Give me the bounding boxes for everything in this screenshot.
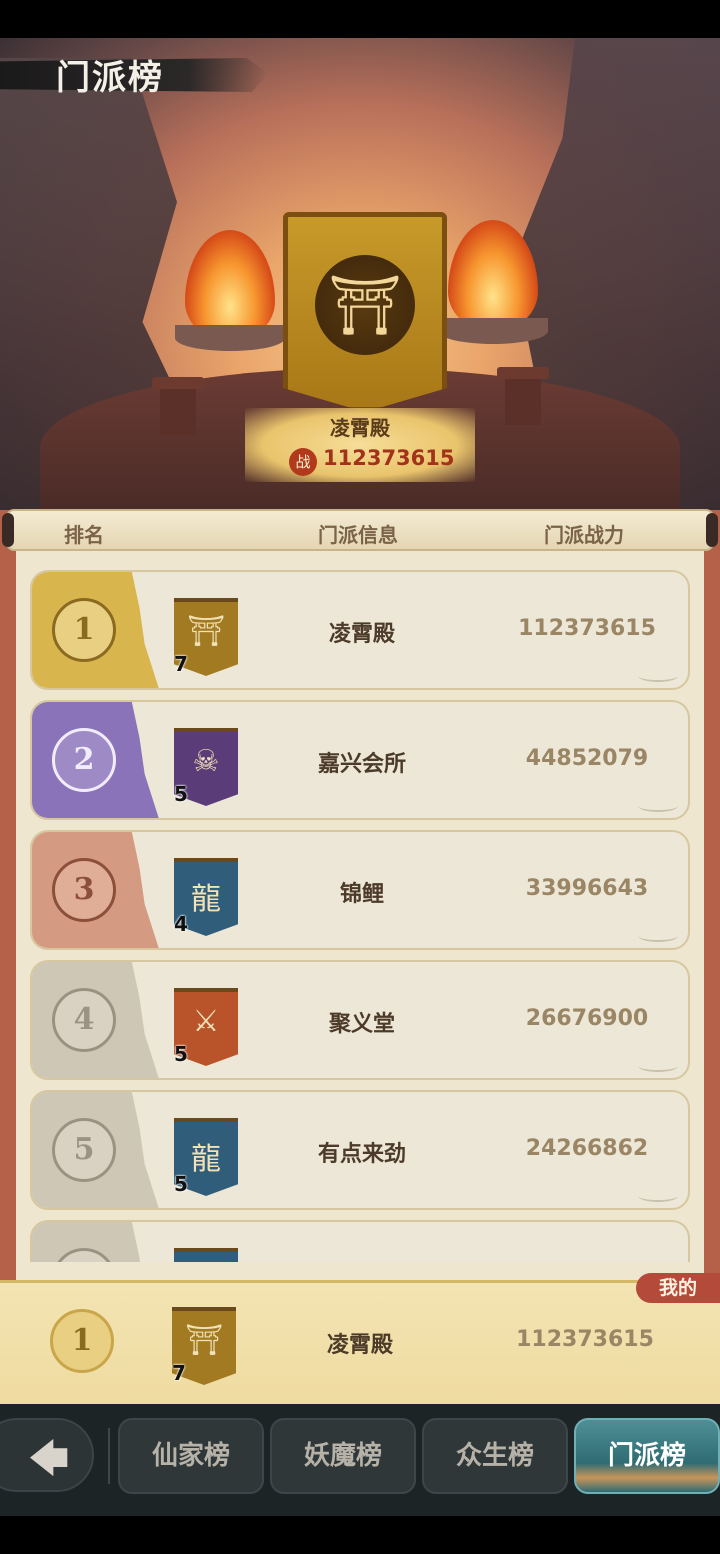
table-row[interactable] <box>30 1220 690 1262</box>
sect-level: 7 <box>174 652 188 676</box>
cloud-ornament <box>638 1190 678 1202</box>
sect-power: 112373615 <box>518 616 656 641</box>
tab-immortal-rank[interactable]: 仙家榜 <box>118 1418 264 1494</box>
navigation-bar <box>0 1516 720 1554</box>
header-rank: 排名 <box>64 523 104 547</box>
sect-name: 嘉兴会所 <box>317 752 406 777</box>
sect-power: 33996643 <box>525 876 649 901</box>
sect-flag-icon <box>174 1248 238 1262</box>
arrow-left-icon: 🡄 <box>28 1436 70 1482</box>
cloud-ornament <box>638 800 678 812</box>
cloud-ornament <box>638 930 678 942</box>
cloud-ornament <box>638 1060 678 1072</box>
table-row[interactable]: 3 龍 4 锦鲤 33996643 <box>30 830 690 950</box>
table-row[interactable]: 1 ⛩ 7 凌霄殿 112373615 <box>30 570 690 690</box>
sect-name: 锦鲤 <box>339 882 384 907</box>
sect-power: 24266862 <box>525 1136 649 1161</box>
leaderboard-screen: 门派榜 ⛩ 凌霄殿 战 112373615 排名 门派信息 门派战力 1 ⛩ 7… <box>0 0 720 1554</box>
sect-power: 112373615 <box>516 1327 654 1352</box>
sect-level: 5 <box>174 1172 188 1196</box>
top-sect-banner[interactable]: ⛩ <box>283 212 447 412</box>
my-sect-row[interactable]: 1 ⛩ 7 凌霄殿 112373615 <box>0 1280 720 1410</box>
sect-level: 5 <box>174 782 188 806</box>
sect-name: 有点来劲 <box>317 1142 406 1167</box>
sect-name: 聚义堂 <box>328 1012 395 1037</box>
rank-medal-icon: 2 <box>52 728 116 792</box>
ranking-list[interactable]: 1 ⛩ 7 凌霄殿 112373615 2 ☠ 5 嘉兴会所 44852079 … <box>30 570 692 1262</box>
header-sect-power: 门派战力 <box>544 523 624 547</box>
stone-lantern-left <box>152 377 204 435</box>
rank-medal-icon: 3 <box>52 858 116 922</box>
brazier-right <box>438 318 548 344</box>
sect-emblem-icon: ⛩ <box>315 255 415 355</box>
back-button[interactable]: 🡄 <box>0 1418 94 1492</box>
rank-medal-icon: 5 <box>52 1118 116 1182</box>
tab-demon-rank[interactable]: 妖魔榜 <box>270 1418 416 1494</box>
my-tag-badge: 我的 <box>636 1273 720 1303</box>
sect-name: 凌霄殿 <box>328 622 395 647</box>
page-title-banner: 门派榜 <box>0 44 270 100</box>
combat-power-icon: 战 <box>289 448 317 476</box>
table-row[interactable]: 4 ⚔ 5 聚义堂 26676900 <box>30 960 690 1080</box>
tab-sect-rank[interactable]: 门派榜 <box>574 1418 720 1494</box>
top-sect-power: 112373615 <box>323 446 455 470</box>
brazier-left <box>175 325 285 351</box>
sect-level: 5 <box>174 1042 188 1066</box>
rank-medal-icon: 1 <box>52 598 116 662</box>
tab-mortal-rank[interactable]: 众生榜 <box>422 1418 568 1494</box>
divider <box>108 1428 110 1484</box>
rank-medal-icon: 1 <box>50 1309 114 1373</box>
page-title: 门派榜 <box>56 58 164 98</box>
sect-level: 4 <box>174 912 188 936</box>
top-sect-name: 凌霄殿 <box>330 416 390 440</box>
table-row[interactable]: 5 龍 5 有点来劲 24266862 <box>30 1090 690 1210</box>
table-row[interactable]: 2 ☠ 5 嘉兴会所 44852079 <box>30 700 690 820</box>
header-sect-info: 门派信息 <box>318 523 398 547</box>
sect-power: 26676900 <box>525 1006 649 1031</box>
sect-level: 7 <box>172 1361 186 1385</box>
stone-lantern-right <box>497 367 549 425</box>
table-header: 排名 门派信息 门派战力 <box>2 509 718 551</box>
sect-name: 凌霄殿 <box>326 1333 393 1358</box>
top-sect-plaque: 凌霄殿 战 112373615 <box>245 408 475 482</box>
cloud-ornament <box>638 670 678 682</box>
sect-power: 44852079 <box>525 746 649 771</box>
rank-medal-icon: 4 <box>52 988 116 1052</box>
